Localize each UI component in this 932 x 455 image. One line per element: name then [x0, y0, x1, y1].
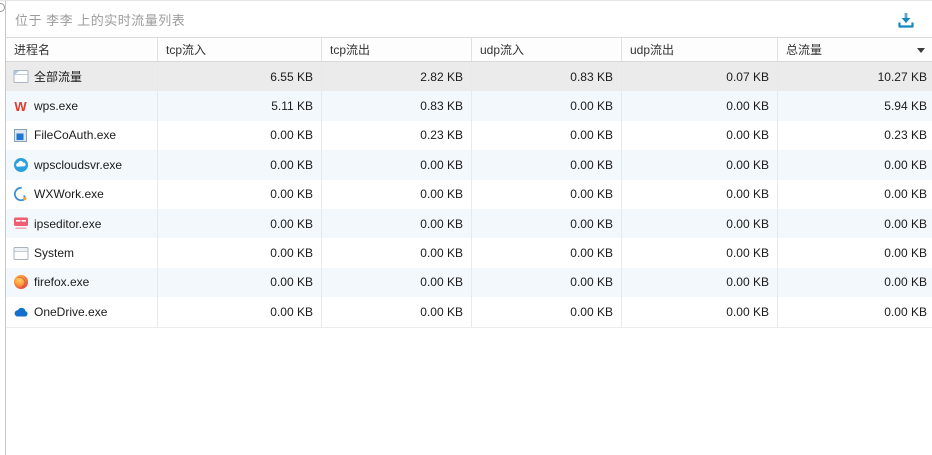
total-value: 5.94 KB [884, 99, 927, 114]
total-value: 10.27 KB [877, 69, 927, 84]
tcp-in-value: 0.00 KB [158, 208, 322, 239]
tcp-out-value: 2.82 KB [322, 62, 472, 92]
udp-in-value: 0.00 KB [472, 120, 622, 151]
wps-cloud-icon [12, 156, 29, 173]
tcp-in-value: 0.00 KB [158, 179, 322, 209]
panel-edge-stub-icon [0, 3, 5, 12]
ipseditor-icon [12, 215, 29, 232]
table-row-firefox[interactable]: firefox.exe 0.00 KB 0.00 KB 0.00 KB 0.00… [6, 267, 932, 298]
udp-out-value: 0.07 KB [622, 62, 778, 92]
tcp-out-value: 0.00 KB [322, 179, 472, 209]
tcp-out-value: 0.23 KB [322, 120, 472, 151]
udp-in-value: 0.83 KB [472, 62, 622, 92]
wxwork-icon [12, 186, 29, 203]
udp-out-value: 0.00 KB [622, 238, 778, 268]
firefox-icon [12, 274, 29, 291]
udp-in-value: 0.00 KB [472, 267, 622, 298]
wps-icon: W [14, 98, 27, 114]
chevron-down-icon[interactable] [917, 47, 925, 53]
column-header-total[interactable]: 总流量 [778, 38, 932, 61]
udp-in-value: 0.00 KB [472, 238, 622, 268]
window-icon [12, 68, 29, 85]
total-value: 0.00 KB [884, 216, 927, 231]
table-header-row: 进程名 tcp流入 tcp流出 udp流入 udp流出 总流量 [6, 38, 932, 62]
table-row-all-traffic[interactable]: 全部流量 6.55 KB 2.82 KB 0.83 KB 0.07 KB 10.… [6, 62, 932, 92]
process-name: ipseditor.exe [34, 216, 102, 231]
column-header-tcp-in[interactable]: tcp流入 [158, 38, 322, 61]
tcp-out-value: 0.00 KB [322, 208, 472, 239]
process-name: OneDrive.exe [34, 304, 108, 319]
total-value: 0.00 KB [884, 304, 927, 319]
udp-in-value: 0.00 KB [472, 179, 622, 209]
download-icon [898, 13, 914, 28]
process-name: wps.exe [34, 99, 79, 114]
table-body: 全部流量 6.55 KB 2.82 KB 0.83 KB 0.07 KB 10.… [6, 62, 932, 328]
total-value: 0.00 KB [884, 246, 927, 261]
column-header-udp-in[interactable]: udp流入 [472, 38, 622, 61]
table-row-filecoauth[interactable]: FileCoAuth.exe 0.00 KB 0.23 KB 0.00 KB 0… [6, 120, 932, 151]
process-name: wpscloudsvr.exe [34, 157, 123, 172]
udp-out-value: 0.00 KB [622, 150, 778, 180]
udp-out-value: 0.00 KB [622, 297, 778, 327]
table-row-wps[interactable]: W wps.exe 5.11 KB 0.83 KB 0.00 KB 0.00 K… [6, 91, 932, 121]
udp-out-value: 0.00 KB [622, 267, 778, 298]
tcp-out-value: 0.00 KB [322, 238, 472, 268]
panel-title: 位于 李李 上的实时流量列表 [15, 12, 186, 28]
process-name: 全部流量 [34, 70, 83, 85]
udp-out-value: 0.00 KB [622, 91, 778, 121]
column-header-tcp-out[interactable]: tcp流出 [322, 38, 472, 61]
tcp-out-value: 0.83 KB [322, 91, 472, 121]
udp-in-value: 0.00 KB [472, 208, 622, 239]
tcp-in-value: 0.00 KB [158, 267, 322, 298]
column-header-process-name[interactable]: 进程名 [6, 38, 158, 61]
total-value: 0.00 KB [884, 275, 927, 290]
table-row-onedrive[interactable]: OneDrive.exe 0.00 KB 0.00 KB 0.00 KB 0.0… [6, 297, 932, 327]
total-value: 0.23 KB [884, 128, 927, 143]
realtime-traffic-panel: 位于 李李 上的实时流量列表 进程名 tcp流入 tcp流出 udp流入 udp… [6, 1, 932, 455]
total-value: 0.00 KB [884, 157, 927, 172]
download-button[interactable] [894, 8, 918, 32]
tcp-in-value: 0.00 KB [158, 150, 322, 180]
tcp-out-value: 0.00 KB [322, 150, 472, 180]
process-name: WXWork.exe [34, 187, 104, 202]
table-row-system[interactable]: System 0.00 KB 0.00 KB 0.00 KB 0.00 KB 0… [6, 238, 932, 268]
table-row-wxwork[interactable]: WXWork.exe 0.00 KB 0.00 KB 0.00 KB 0.00 … [6, 179, 932, 209]
udp-in-value: 0.00 KB [472, 297, 622, 327]
total-value: 0.00 KB [884, 187, 927, 202]
onedrive-cloud-icon [12, 303, 29, 320]
tcp-in-value: 6.55 KB [158, 62, 322, 92]
tcp-in-value: 0.00 KB [158, 297, 322, 327]
udp-out-value: 0.00 KB [622, 120, 778, 151]
tcp-in-value: 5.11 KB [158, 91, 322, 121]
column-header-udp-out[interactable]: udp流出 [622, 38, 778, 61]
tcp-in-value: 0.00 KB [158, 120, 322, 151]
udp-in-value: 0.00 KB [472, 91, 622, 121]
filecoauth-icon [12, 127, 29, 144]
table-row-wpscloudsvr[interactable]: wpscloudsvr.exe 0.00 KB 0.00 KB 0.00 KB … [6, 150, 932, 180]
table-row-ipseditor[interactable]: ipseditor.exe 0.00 KB 0.00 KB 0.00 KB 0.… [6, 208, 932, 239]
udp-in-value: 0.00 KB [472, 150, 622, 180]
udp-out-value: 0.00 KB [622, 208, 778, 239]
process-name: FileCoAuth.exe [34, 128, 117, 143]
process-name: firefox.exe [34, 275, 90, 290]
panel-title-bar: 位于 李李 上的实时流量列表 [6, 1, 932, 38]
tcp-out-value: 0.00 KB [322, 267, 472, 298]
window-icon [12, 245, 29, 262]
tcp-in-value: 0.00 KB [158, 238, 322, 268]
udp-out-value: 0.00 KB [622, 179, 778, 209]
process-name: System [34, 246, 75, 261]
tcp-out-value: 0.00 KB [322, 297, 472, 327]
